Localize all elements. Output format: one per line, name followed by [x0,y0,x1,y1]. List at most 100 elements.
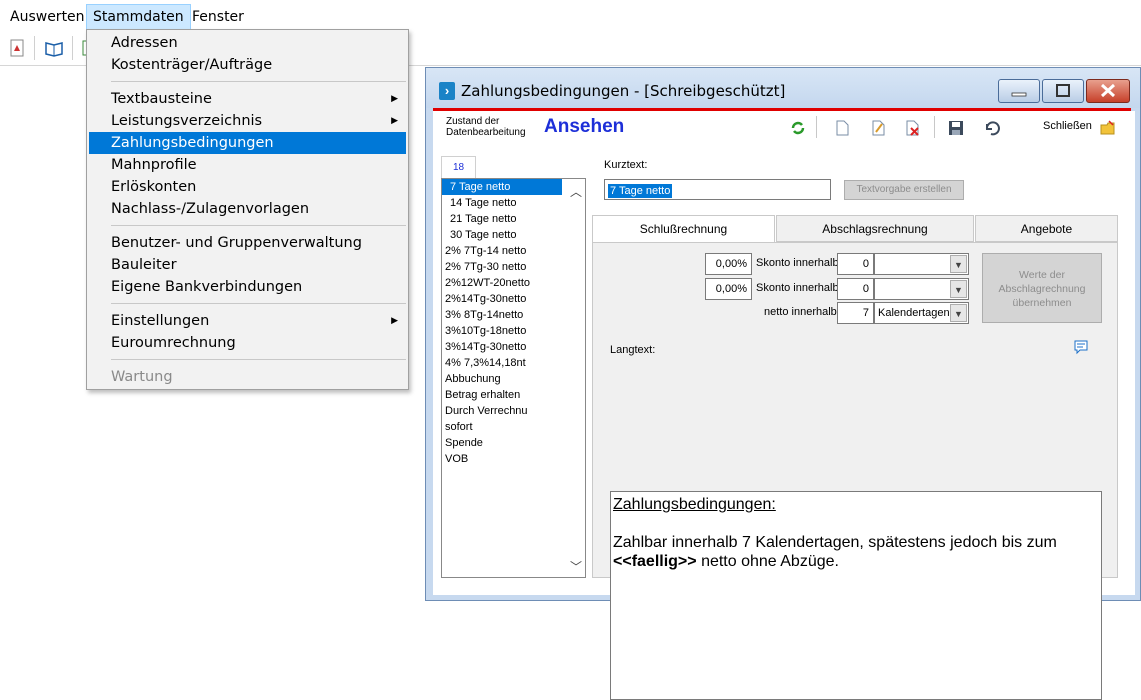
list-item[interactable]: 2%14Tg-30netto [442,291,585,307]
kurztext-input[interactable]: 7 Tage netto [604,179,831,200]
netto-unit-value: Kalendertagen [878,307,950,319]
close-icon [1100,83,1116,98]
refresh-icon[interactable] [789,119,807,137]
skonto2-unit-select[interactable]: ▼ [874,278,969,300]
comment-icon[interactable] [1073,339,1089,355]
menu-item-benutzer[interactable]: Benutzer- und Gruppenverwaltung [89,232,406,254]
skonto1-days-input[interactable]: 0 [837,253,874,275]
menu-separator [111,303,406,304]
book-icon[interactable] [43,37,65,59]
langtext-line2: netto ohne Abzüge. [701,553,839,570]
list-item[interactable]: Betrag erhalten [442,387,585,403]
save-icon[interactable] [947,119,965,137]
menu-item-textbausteine[interactable]: Textbausteine ▶ [89,88,406,110]
list-item[interactable]: 3%14Tg-30netto [442,339,585,355]
delete-document-icon[interactable] [903,119,921,137]
edit-document-icon[interactable] [869,119,887,137]
langtext-line2-wrap: <<faellig>> netto ohne Abzüge. [613,552,1099,571]
minimize-icon [1011,92,1027,97]
skonto2-label: Skonto innerhalb [756,282,839,294]
menu-separator [111,359,406,360]
list-scrollbar[interactable]: ︿ ﹀ [567,179,585,577]
menu-stammdaten[interactable]: Stammdaten [86,4,191,30]
langtext-editor[interactable]: Zahlungsbedingungen: Zahlbar innerhalb 7… [610,491,1102,700]
skonto1-percent-input[interactable]: 0,00% [705,253,752,275]
skonto1-unit-select[interactable]: ▼ [874,253,969,275]
tab-schlussrechnung[interactable]: Schlußrechnung [592,215,775,243]
skonto2-percent-input[interactable]: 0,00% [705,278,752,300]
list-item[interactable]: 30 Tage netto [442,227,585,243]
zahlungsbedingungen-list[interactable]: 7 Tage netto 14 Tage netto 21 Tage netto 30… [441,178,586,578]
maximize-button[interactable] [1042,79,1084,103]
skonto2-days-input[interactable]: 0 [837,278,874,300]
menu-item-label: Einstellungen [111,313,210,329]
list-item[interactable]: 2%12WT-20netto [442,275,585,291]
window-titlebar[interactable]: › Zahlungsbedingungen - [Schreibgeschütz… [426,68,1140,108]
menu-fenster[interactable]: Fenster [186,4,250,30]
menu-separator [111,81,406,82]
list-item[interactable]: 4% 7,3%14,18nt [442,355,585,371]
chevron-down-icon: ▼ [950,255,967,273]
langtext-blank-line [613,514,1099,533]
minimize-button[interactable] [998,79,1040,103]
stammdaten-dropdown: Adressen Kostenträger/Aufträge Textbaust… [86,29,409,390]
werte-uebernehmen-button[interactable]: Werte der Abschlagrechnung übernehmen [982,253,1102,323]
record-count: 18 [441,156,476,178]
list-item[interactable]: Durch Verrechnu [442,403,585,419]
menu-item-kostentraeger[interactable]: Kostenträger/Aufträge [89,54,406,76]
list-item[interactable]: 21 Tage netto [442,211,585,227]
menu-item-erloeskonten[interactable]: Erlöskonten [89,176,406,198]
tab-abschlagsrechnung[interactable]: Abschlagsrechnung [776,215,974,242]
langtext-heading: Zahlungsbedingungen: [613,496,776,513]
list-item[interactable]: Abbuchung [442,371,585,387]
list-item[interactable]: 2% 7Tg-30 netto [442,259,585,275]
zustand-value: Ansehen [544,116,625,137]
menu-auswerten[interactable]: Auswerten [4,4,91,30]
list-item[interactable]: 14 Tage netto [442,195,585,211]
list-item[interactable]: sofort [442,419,585,435]
list-item[interactable]: VOB [442,451,585,467]
list-item[interactable]: 3%10Tg-18netto [442,323,585,339]
app-logo-icon: › [439,82,455,100]
chevron-down-icon: ▼ [950,304,967,322]
tab-panel-schlussrechnung: 0,00% Skonto innerhalb 0 ▼ 0,00% Skonto … [592,242,1118,700]
netto-days-input[interactable]: 7 [837,302,874,324]
list-item[interactable]: Spende [442,435,585,451]
langtext-placeholder: <<faellig>> [613,553,697,570]
list-items: 7 Tage netto 14 Tage netto 21 Tage netto 30… [442,179,585,467]
netto-unit-select[interactable]: Kalendertagen ▼ [874,302,969,324]
zustand-label: Zustand der Datenbearbeitung [446,116,526,138]
tab-angebote[interactable]: Angebote [975,215,1118,242]
menu-item-euroumrechnung[interactable]: Euroumrechnung [89,332,406,354]
close-button[interactable]: Schließen [1043,120,1092,132]
list-item[interactable]: 2% 7Tg-14 netto [442,243,585,259]
menu-bar: Auswerten Stammdaten Fenster [0,0,1141,32]
kurztext-value: 7 Tage netto [608,184,673,198]
new-document-icon[interactable] [833,119,851,137]
menu-item-adressen[interactable]: Adressen [89,32,406,54]
menu-item-leistungsverzeichnis[interactable]: Leistungsverzeichnis ▶ [89,110,406,132]
langtext-line1: Zahlbar innerhalb 7 Kalendertagen, späte… [613,534,1057,551]
list-item[interactable]: 7 Tage netto [442,179,562,195]
chevron-down-icon: ▼ [950,280,967,298]
menu-item-nachlass[interactable]: Nachlass-/Zulagenvorlagen [89,198,406,220]
kurztext-label: Kurztext: [604,159,648,171]
list-item[interactable]: 3% 8Tg-14netto [442,307,585,323]
pdf-icon[interactable] [6,37,28,59]
maximize-icon [1056,84,1070,97]
exit-folder-icon[interactable] [1099,119,1117,137]
langtext-label: Langtext: [610,344,656,356]
toolbar-separator [934,116,935,138]
menu-item-zahlungsbedingungen[interactable]: Zahlungsbedingungen [89,132,406,154]
menu-item-bankverbindungen[interactable]: Eigene Bankverbindungen [89,276,406,298]
menu-item-bauleiter[interactable]: Bauleiter [89,254,406,276]
scroll-up-icon[interactable]: ︿ [570,183,582,200]
netto-label: netto innerhalb [764,306,837,318]
scroll-down-icon[interactable]: ﹀ [570,558,582,575]
undo-icon[interactable] [982,119,1000,137]
close-window-button[interactable] [1086,79,1130,103]
menu-item-einstellungen[interactable]: Einstellungen ▶ [89,310,406,332]
menu-item-mahnprofile[interactable]: Mahnprofile [89,154,406,176]
textvorgabe-button[interactable]: Textvorgabe erstellen [844,180,964,200]
toolbar-separator [72,36,73,60]
